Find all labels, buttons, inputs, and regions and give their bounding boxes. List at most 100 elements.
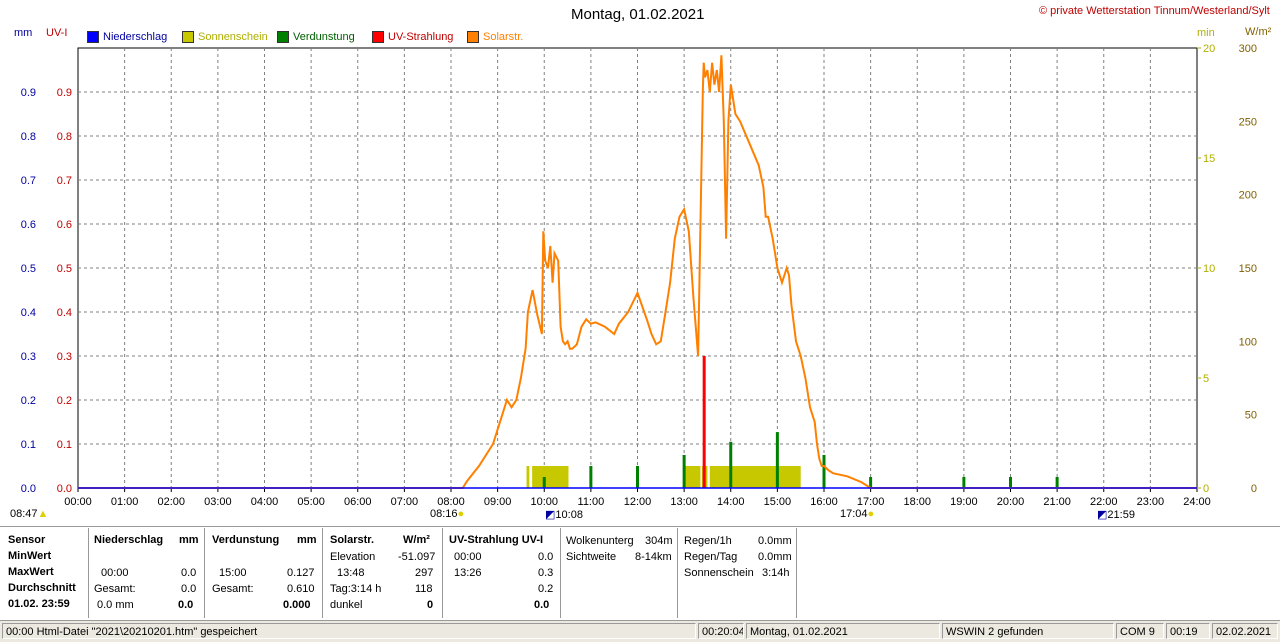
y-left-tick-mm: 0.0	[21, 483, 36, 495]
status-bar: 00:00 Html-Datei "2021\20210201.htm" ges…	[0, 620, 1280, 642]
marker-sunrise: 08:16●	[430, 508, 464, 520]
x-tick-label: 18:00	[903, 496, 931, 508]
marker-moon-phase: ◩10:08	[545, 508, 583, 521]
status-port: COM 9	[1116, 623, 1164, 639]
rain-max-val: 0.0	[181, 567, 197, 579]
y-right-wm2-tick: 150	[1239, 263, 1257, 275]
sensor-durchschnitt: Durchschnitt	[8, 582, 76, 594]
weather-chart: 00:00 01:00 02:00 03:00 04:00 05:00 06:00 07:00…	[21, 43, 1257, 508]
legend-label: Sonnenschein	[198, 31, 268, 43]
legend-label: UV-Strahlung	[388, 31, 454, 43]
rain-day-val: 0.0mm	[758, 551, 792, 563]
evaporation-bar	[682, 455, 686, 488]
legend-swatch-green	[277, 31, 289, 43]
x-tick-label: 00:00	[64, 496, 92, 508]
moon-icon: ◩	[1097, 509, 1108, 521]
sensor-minwert: MinWert	[8, 550, 52, 562]
x-tick-label: 21:00	[1043, 496, 1071, 508]
sunrise-icon: ●	[457, 508, 465, 520]
panel-verdunstung: Verdunstung mm 15:00 0.127 Gesamt: 0.610…	[205, 528, 323, 618]
rain-day-label: Regen/Tag	[684, 551, 738, 563]
x-tick-label: 19:00	[950, 496, 978, 508]
x-tick-label: 08:00	[437, 496, 465, 508]
marker-label: 21:59	[1107, 509, 1135, 521]
y-right-min-tick: 0	[1203, 483, 1209, 495]
y-left-tick-mm: 0.2	[21, 395, 36, 407]
copyright-text: © private Wetterstation Tinnum/Westerlan…	[1039, 5, 1270, 17]
left-unit-mm: mm	[14, 27, 33, 39]
y-left-tick-uv: 0.8	[57, 131, 72, 143]
cloud-label: Wolkenunterg	[566, 535, 634, 547]
status-elapsed: 00:20:04	[698, 623, 744, 639]
chart-title: Montag, 01.02.2021	[571, 6, 705, 23]
solar-day-val: 118	[415, 583, 433, 595]
legend-niederschlag: Niederschlag	[87, 31, 167, 43]
solar-unit: W/m²	[403, 534, 430, 546]
x-tick-label: 23:00	[1137, 496, 1165, 508]
status-date: 02.02.2021	[1212, 623, 1278, 639]
uv-bar	[702, 356, 706, 488]
x-tick-label: 24:00	[1183, 496, 1211, 508]
panel-uv: UV-Strahlung UV-I 00:00 0.0 13:26 0.3 0.…	[443, 528, 561, 618]
rain-total-label: Gesamt:	[94, 583, 136, 595]
evaporation-bar	[775, 432, 779, 488]
x-tick-label: 17:00	[857, 496, 885, 508]
sensor-date: 01.02. 23:59	[8, 598, 70, 610]
y-right-min-tick: 20	[1203, 43, 1215, 55]
sunshine-label: Sonnenschein	[684, 567, 754, 579]
y-right-wm2-tick: 0	[1251, 483, 1257, 495]
x-tick-label: 03:00	[204, 496, 232, 508]
evaporation-bar	[729, 441, 733, 488]
x-tick-label: 09:00	[484, 496, 512, 508]
legend-label: Solarstr.	[483, 31, 524, 43]
y-left-tick-mm: 0.3	[21, 351, 36, 363]
y-left-tick-mm: 0.4	[21, 307, 36, 319]
marker-moonrise: ◩21:59	[1097, 508, 1135, 521]
solar-elev-val: -51.097	[398, 551, 436, 563]
rain-1h-val: 0.0mm	[758, 535, 792, 547]
uv-end-val: 0.0	[534, 599, 550, 611]
status-day: Montag, 01.02.2021	[746, 623, 940, 639]
evap-max-val: 0.127	[287, 567, 315, 579]
x-tick-label: 11:00	[578, 496, 605, 508]
x-tick-label: 16:00	[810, 496, 838, 508]
rain-total-val: 0.0	[181, 583, 197, 595]
y-left-tick-mm: 0.1	[21, 439, 36, 451]
status-station: WSWIN 2 gefunden	[942, 623, 1114, 639]
evaporation-bar	[589, 466, 593, 488]
legend-swatch-yellow	[182, 31, 194, 43]
x-tick-label: 12:00	[624, 496, 652, 508]
rain-heading: Niederschlag	[94, 534, 164, 546]
marker-moonset: 08:47▲	[10, 508, 48, 520]
legend-label: Niederschlag	[103, 31, 168, 43]
legend-solarstr: Solarstr.	[467, 31, 523, 43]
x-tick-label: 01:00	[111, 496, 139, 508]
sensor-maxwert: MaxWert	[8, 566, 54, 578]
x-tick-label: 20:00	[997, 496, 1025, 508]
y-left-tick-uv: 0.6	[57, 219, 72, 231]
x-tick-label: 13:00	[670, 496, 698, 508]
evaporation-bar	[822, 455, 826, 488]
uv-min-val: 0.0	[538, 551, 554, 563]
y-left-tick-uv: 0.2	[57, 395, 72, 407]
right-unit-wm2: W/m²	[1245, 26, 1272, 38]
sunshine-val: 3:14h	[762, 567, 790, 579]
marker-label: 17:04	[840, 508, 868, 520]
solar-max-val: 297	[415, 567, 434, 579]
panel-niederschlag: Niederschlag mm 00:00 0.0 Gesamt: 0.0 0.…	[89, 528, 205, 618]
left-unit-uv: UV-I	[46, 27, 68, 39]
x-tick-label: 22:00	[1090, 496, 1118, 508]
y-right-wm2-tick: 100	[1239, 336, 1257, 348]
y-left-tick-uv: 0.9	[57, 87, 72, 99]
y-left-tick-uv: 0.7	[57, 175, 72, 187]
status-time: 00:19	[1166, 623, 1210, 639]
solar-heading: Solarstr.	[330, 534, 375, 546]
rain-max-time: 00:00	[101, 567, 129, 579]
x-tick-label: 05:00	[297, 496, 325, 508]
y-right-wm2-tick: 50	[1245, 410, 1257, 422]
sunshine-block	[532, 466, 569, 488]
sunset-icon: ●	[867, 508, 875, 520]
y-right-wm2-tick: 300	[1239, 43, 1257, 55]
evaporation-bar	[962, 477, 966, 488]
x-tick-label: 02:00	[157, 496, 185, 508]
